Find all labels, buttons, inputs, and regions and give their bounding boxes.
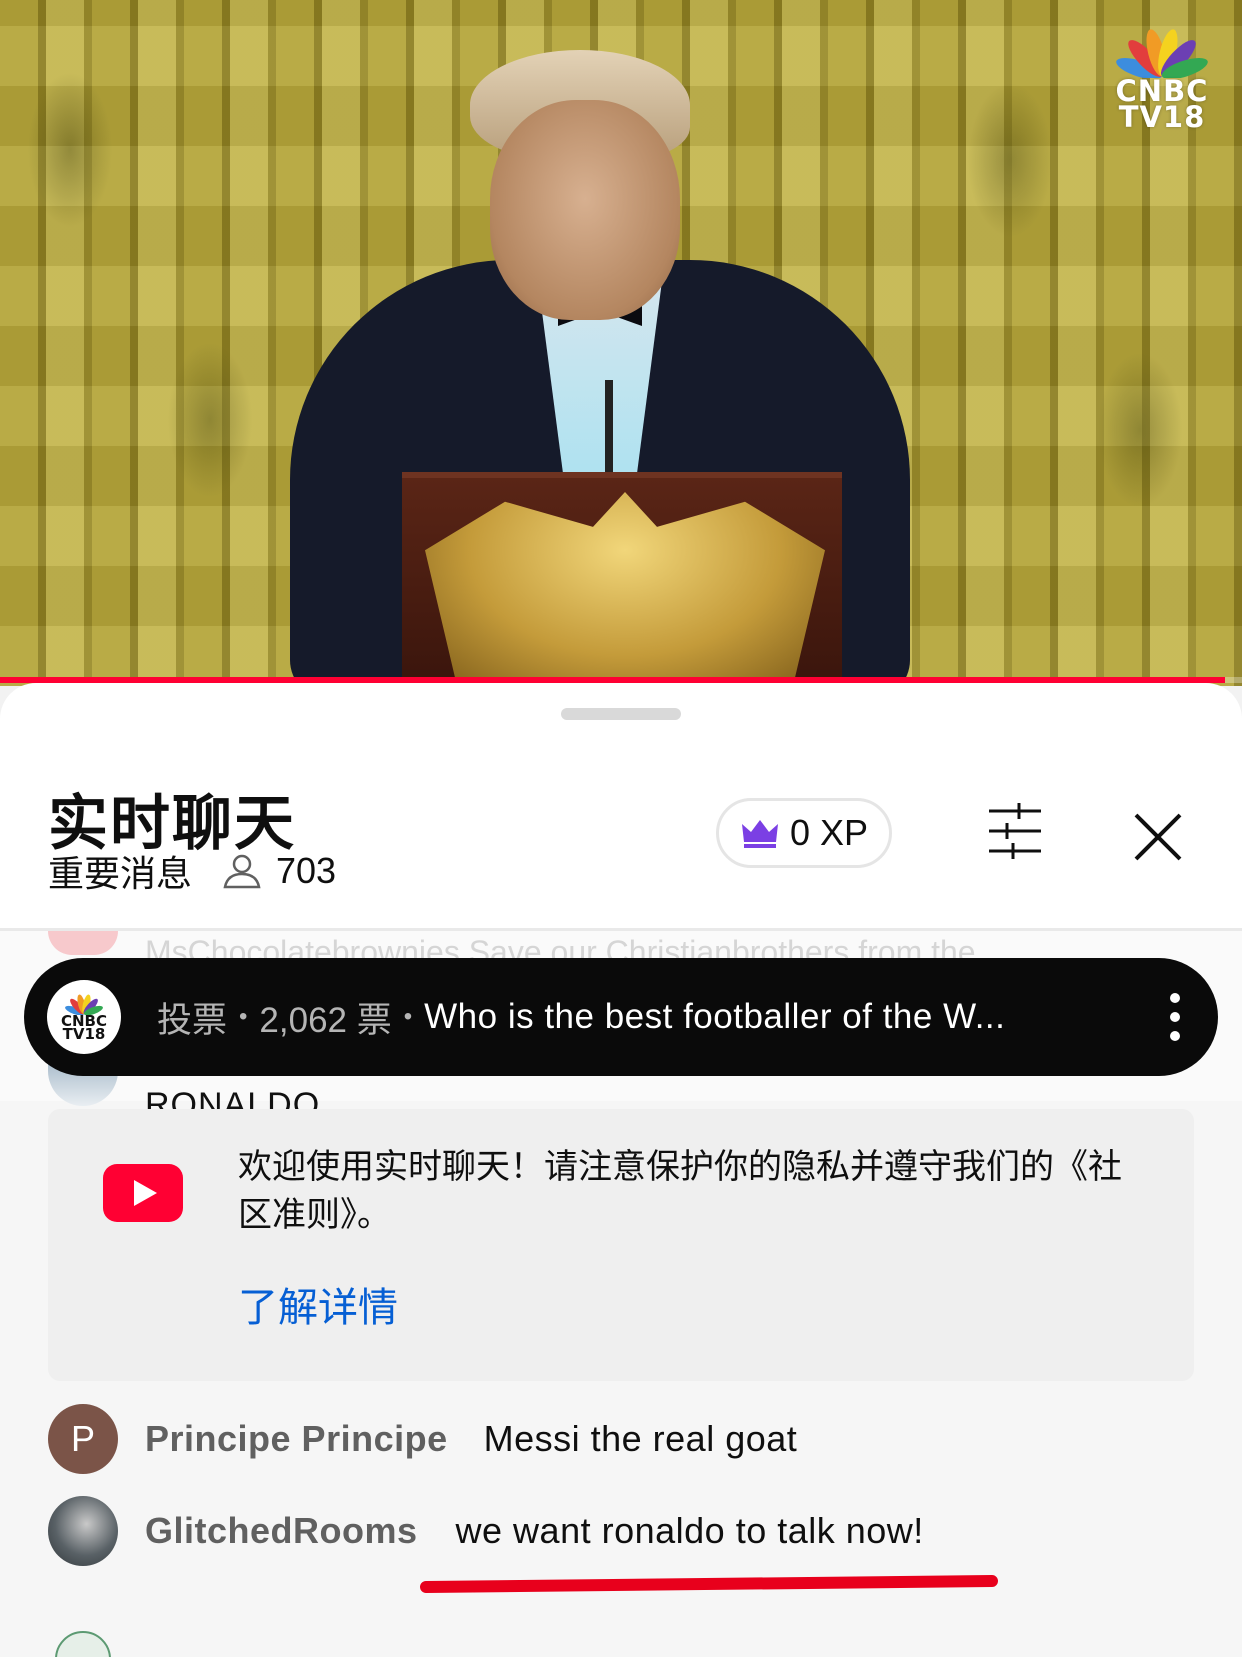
- poll-avatar-text-tv18: TV18: [62, 1025, 106, 1043]
- avatar[interactable]: [48, 1496, 118, 1566]
- avatar: [55, 1631, 111, 1657]
- poll-question: Who is the best footballer of the W...: [424, 997, 1006, 1036]
- drag-handle[interactable]: [561, 708, 681, 720]
- poll-banner[interactable]: CNBC TV18 投票 • 2,062 票 • Who is the best…: [24, 958, 1218, 1076]
- youtube-icon: [103, 1164, 183, 1222]
- xp-button[interactable]: 0 XP: [716, 798, 892, 868]
- chat-mode-label[interactable]: 重要消息: [48, 845, 192, 897]
- filter-icon[interactable]: [985, 801, 1045, 861]
- channel-watermark-logo: CNBC TV18: [1112, 26, 1212, 134]
- close-icon[interactable]: [1132, 811, 1184, 863]
- separator-dot: •: [239, 1003, 248, 1030]
- chat-mode-selector[interactable]: 重要消息 703: [48, 845, 336, 897]
- person-icon: [222, 853, 262, 889]
- poll-vote-count: 2,062 票: [259, 1000, 392, 1040]
- message-text: we want ronaldo to talk now!: [455, 1510, 924, 1551]
- more-options-icon[interactable]: [1170, 993, 1180, 1041]
- live-chat-panel: 实时聊天 重要消息 703 0 XP MsChocolatebrownies S…: [0, 683, 1242, 1657]
- chat-message[interactable]: P Principe Principe Messi the real goat: [48, 1404, 797, 1474]
- crown-icon: [740, 818, 780, 848]
- message-text: Messi the real goat: [483, 1418, 798, 1459]
- chat-message[interactable]: GlitchedRooms we want ronaldo to talk no…: [48, 1496, 924, 1566]
- avatar[interactable]: P: [48, 1404, 118, 1474]
- message-author[interactable]: Principe Principe: [145, 1418, 448, 1460]
- xp-label: 0 XP: [789, 812, 869, 853]
- welcome-text: 欢迎使用实时聊天！请注意保护你的隐私并遵守我们的《社区准则》。: [238, 1147, 1122, 1235]
- chat-message-list[interactable]: MsChocolatebrownies Save our Christianbr…: [0, 931, 1242, 1657]
- separator-dot: •: [403, 1003, 413, 1030]
- microphone: [605, 380, 613, 480]
- welcome-notice: 欢迎使用实时聊天！请注意保护你的隐私并遵守我们的《社区准则》。 了解详情: [48, 1109, 1194, 1381]
- video-player[interactable]: CNBC TV18: [0, 0, 1242, 686]
- poll-label: 投票: [157, 1000, 228, 1040]
- logo-text-tv18: TV18: [1118, 100, 1206, 134]
- podium-eagle-emblem: [425, 492, 825, 686]
- learn-more-link[interactable]: 了解详情: [238, 1275, 398, 1333]
- peacock-icon: [1116, 29, 1208, 78]
- message-author[interactable]: GlitchedRooms: [145, 1510, 418, 1552]
- viewer-count: 703: [276, 850, 337, 891]
- red-underline-annotation: [419, 1574, 999, 1594]
- avatar: [48, 931, 118, 955]
- poll-channel-avatar: CNBC TV18: [47, 980, 121, 1054]
